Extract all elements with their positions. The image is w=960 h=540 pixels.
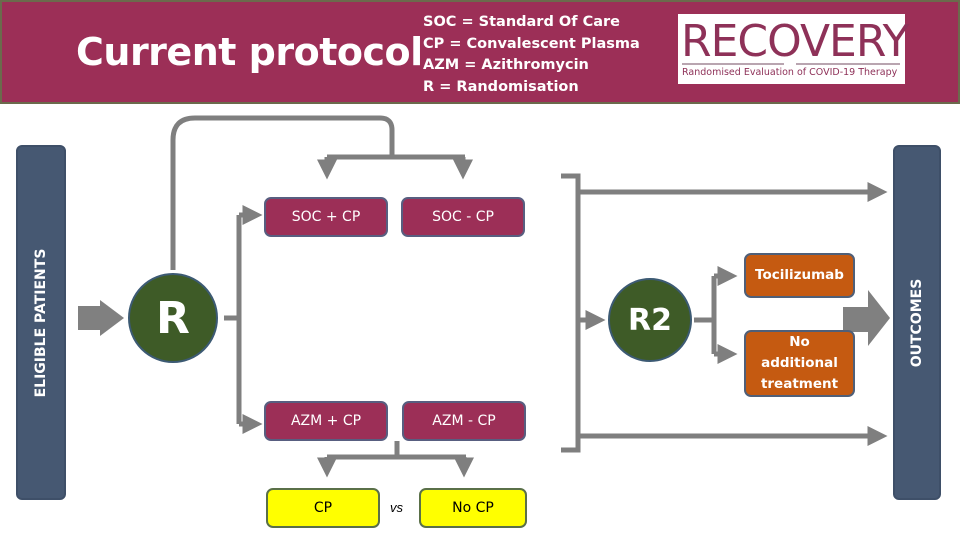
comparison-label: No CP [452, 500, 494, 516]
outcomes-arrow-head [868, 290, 890, 346]
arm-soc-no-cp: SOC - CP [401, 197, 525, 237]
arm-soc-cp: SOC + CP [264, 197, 388, 237]
arm-label: AZM + CP [290, 413, 362, 429]
randomisation-label: R [156, 292, 190, 344]
outcomes-label: OUTCOMES [909, 278, 925, 367]
treatment-label: Tocilizumab [755, 267, 844, 283]
arm-label: SOC + CP [291, 209, 361, 225]
randomisation-circle: R [128, 273, 218, 363]
arm-azm-cp: AZM + CP [264, 401, 388, 441]
input-arrow-head [100, 300, 124, 336]
eligible-patients-bar: ELIGIBLE PATIENTS [16, 145, 66, 500]
arm-azm-no-cp: AZM - CP [402, 401, 526, 441]
treatment-no-additional: No additional treatment [744, 330, 855, 397]
comparison-cp: CP [266, 488, 380, 528]
arm-label: SOC - CP [432, 209, 494, 225]
outcomes-bar: OUTCOMES [893, 145, 941, 500]
r-upper-loop [170, 115, 395, 270]
treatment-label: No additional treatment [760, 334, 839, 392]
comparison-label: CP [313, 500, 333, 516]
second-randomisation-circle: R2 [608, 278, 692, 362]
versus-label: vs [390, 500, 403, 515]
eligible-patients-label: ELIGIBLE PATIENTS [33, 248, 49, 397]
second-randomisation-label: R2 [628, 302, 672, 338]
right-bracket [561, 173, 581, 453]
arm-label: AZM - CP [432, 413, 496, 429]
comparison-no-cp: No CP [419, 488, 527, 528]
treatment-tocilizumab: Tocilizumab [744, 253, 855, 298]
outcomes-arrow-body [843, 307, 868, 332]
